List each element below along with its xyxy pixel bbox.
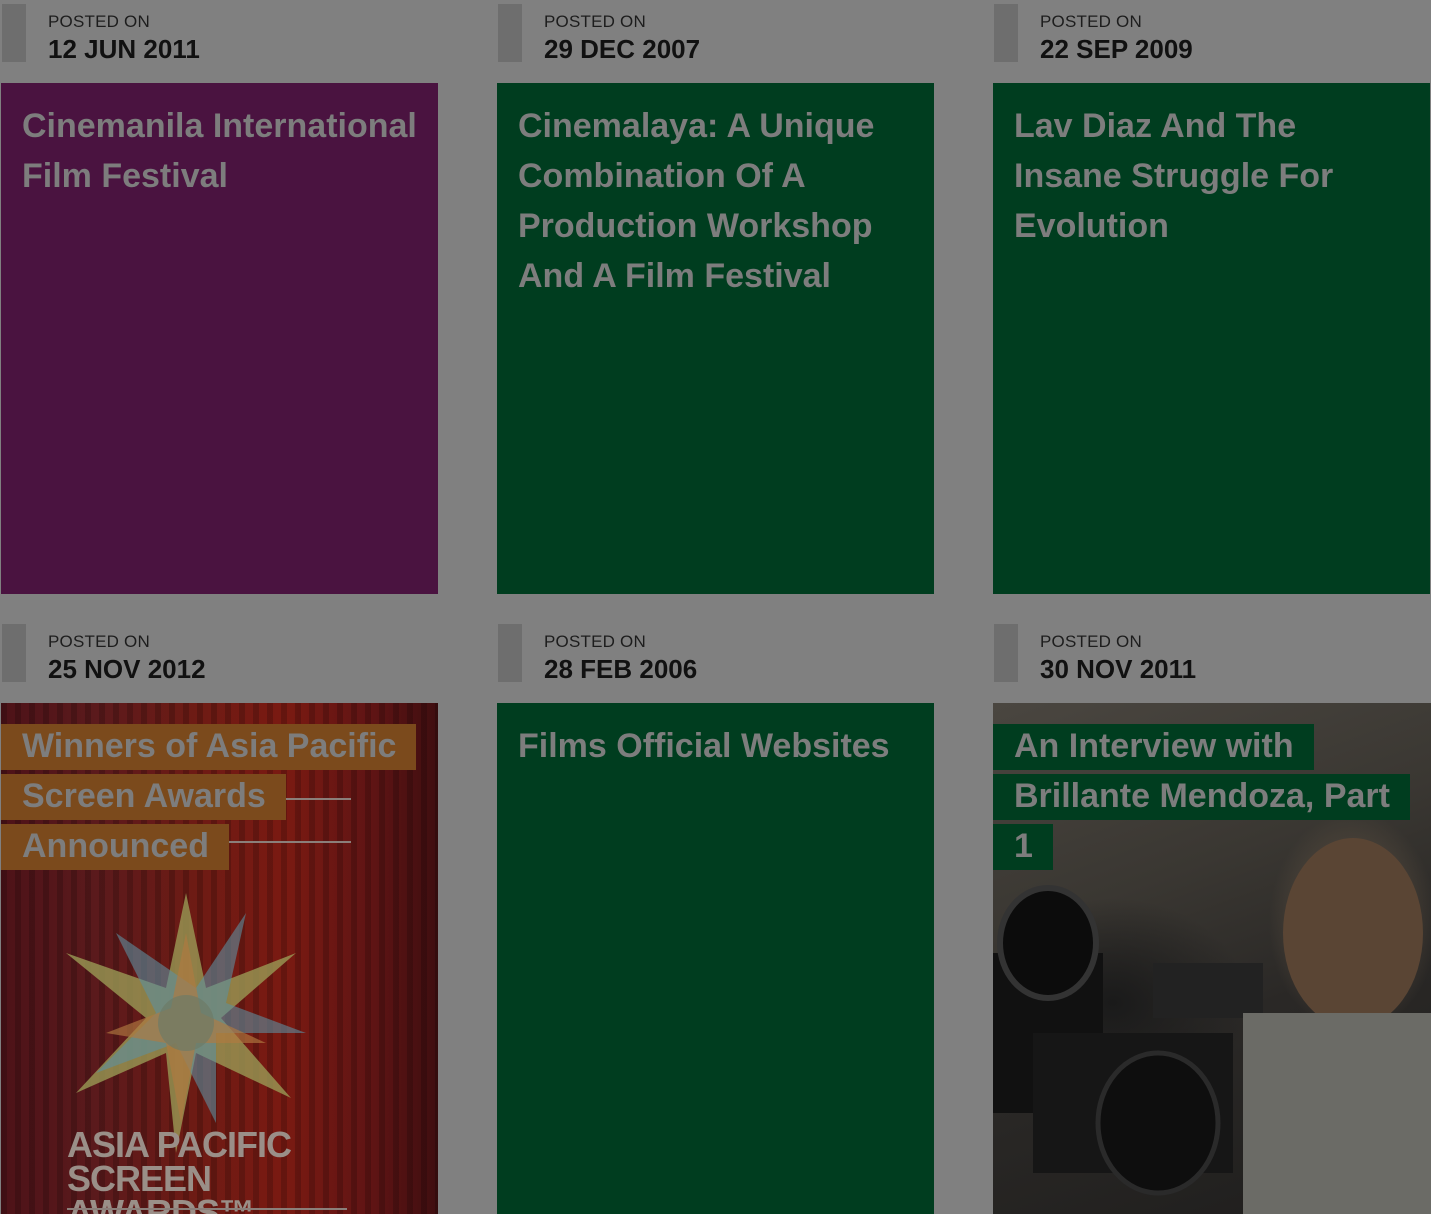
post-title-text[interactable]: An Interview with Brillante Mendoza, Par… [993,724,1410,870]
posted-on-label: POSTED ON [1040,632,1142,651]
post-meta: POSTED ON 25 NOV 2012 [1,620,438,703]
post-meta: POSTED ON 28 FEB 2006 [497,620,934,703]
posted-on-label: POSTED ON [544,12,646,31]
post-date: 12 JUN 2011 [48,34,200,64]
posted-on-label: POSTED ON [48,12,150,31]
posted-on-label: POSTED ON [48,632,150,651]
post-date: 22 SEP 2009 [1040,34,1193,64]
post-tile[interactable]: Cinemanila International Film Festival [1,83,438,594]
post-title[interactable]: Films Official Websites [518,721,914,771]
post-tile[interactable]: An Interview with Brillante Mendoza, Par… [993,703,1431,1214]
meta-bar [2,4,26,62]
post-card[interactable]: POSTED ON 29 DEC 2007 Cinemalaya: A Uniq… [497,0,934,594]
post-card[interactable]: POSTED ON 22 SEP 2009 Lav Diaz And The I… [993,0,1430,594]
poster-rule [67,1208,347,1210]
post-title[interactable]: Cinemanila International Film Festival [22,101,418,201]
post-date: 28 FEB 2006 [544,654,698,684]
posted-on-label: POSTED ON [544,632,646,651]
post-tile[interactable]: Films Official Websites [497,703,934,1214]
post-card[interactable]: POSTED ON 12 JUN 2011 Cinemanila Interna… [1,0,438,594]
post-date: 25 NOV 2012 [48,654,206,684]
meta-bar [994,624,1018,682]
posted-on-label: POSTED ON [1040,12,1142,31]
post-date: 30 NOV 2011 [1040,654,1197,684]
post-meta: POSTED ON 12 JUN 2011 [1,0,438,83]
poster-logo-text: ASIA PACIFIC SCREEN AWARDS™ [67,1124,292,1214]
post-title[interactable]: Winners of Asia Pacific Screen Awards An… [1,721,438,871]
post-tile[interactable]: Cinemalaya: A Unique Combination Of A Pr… [497,83,934,594]
post-title[interactable]: Lav Diaz And The Insane Struggle For Evo… [1014,101,1410,251]
star-logo-icon [66,893,306,1153]
post-meta: POSTED ON 29 DEC 2007 [497,0,934,83]
post-meta: POSTED ON 22 SEP 2009 [993,0,1430,83]
meta-bar [498,624,522,682]
meta-bar [2,624,26,682]
meta-bar [498,4,522,62]
post-tile[interactable]: ASIA PACIFIC SCREEN AWARDS™ Winners of A… [1,703,438,1214]
post-card[interactable]: POSTED ON 30 NOV 2011 An Interview with … [993,620,1431,1214]
post-title[interactable]: Cinemalaya: A Unique Combination Of A Pr… [518,101,914,301]
post-title[interactable]: An Interview with Brillante Mendoza, Par… [993,721,1431,871]
post-title-text[interactable]: Winners of Asia Pacific Screen Awards An… [1,724,417,870]
post-card[interactable]: POSTED ON 28 FEB 2006 Films Official Web… [497,620,934,1214]
meta-bar [994,4,1018,62]
post-meta: POSTED ON 30 NOV 2011 [993,620,1431,703]
post-date: 29 DEC 2007 [544,34,701,64]
post-card[interactable]: POSTED ON 25 NOV 2012 ASIA PACIFIC SCREE… [1,620,438,1214]
post-tile[interactable]: Lav Diaz And The Insane Struggle For Evo… [993,83,1430,594]
